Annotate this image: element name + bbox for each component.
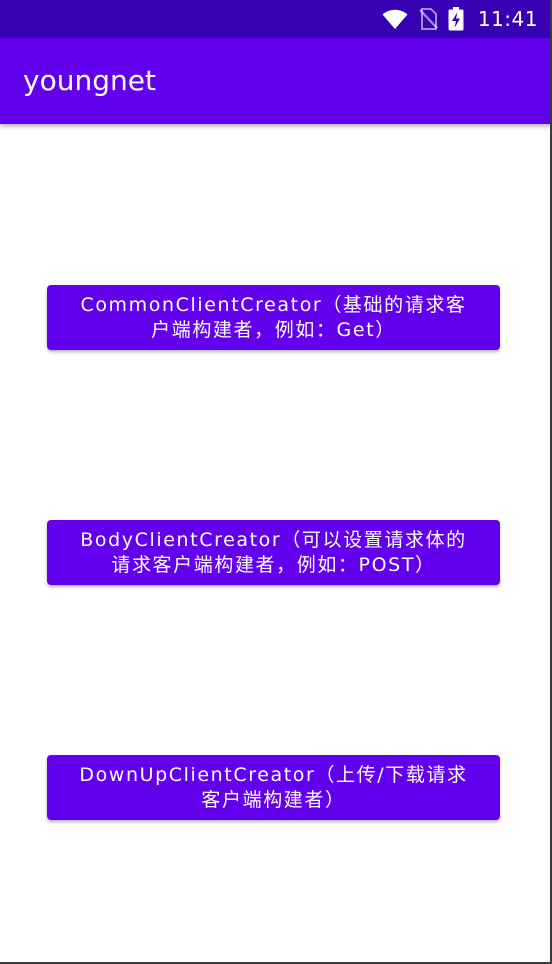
downup-client-creator-button[interactable]: DownUpClientCreator（上传/下载请求客户端构建者） <box>47 755 500 820</box>
status-time: 11:41 <box>477 7 538 31</box>
app-title: youngnet <box>23 64 156 97</box>
app-bar: youngnet <box>0 38 550 124</box>
status-bar: 11:41 <box>0 0 550 38</box>
battery-charging-icon <box>448 7 464 31</box>
body-client-creator-label: BodyClientCreator（可以设置请求体的请求客户端构建者，例如：PO… <box>80 528 467 576</box>
wifi-icon <box>382 8 408 30</box>
body-client-creator-button[interactable]: BodyClientCreator（可以设置请求体的请求客户端构建者，例如：PO… <box>47 520 500 585</box>
no-sim-icon <box>418 8 438 30</box>
common-client-creator-label: CommonClientCreator（基础的请求客户端构建者，例如：Get） <box>80 293 467 341</box>
downup-client-creator-label: DownUpClientCreator（上传/下载请求客户端构建者） <box>79 763 468 811</box>
app-screen: 11:41 youngnet CommonClientCreator（基础的请求… <box>0 0 552 964</box>
status-icons: 11:41 <box>382 0 538 38</box>
common-client-creator-button[interactable]: CommonClientCreator（基础的请求客户端构建者，例如：Get） <box>47 285 500 350</box>
